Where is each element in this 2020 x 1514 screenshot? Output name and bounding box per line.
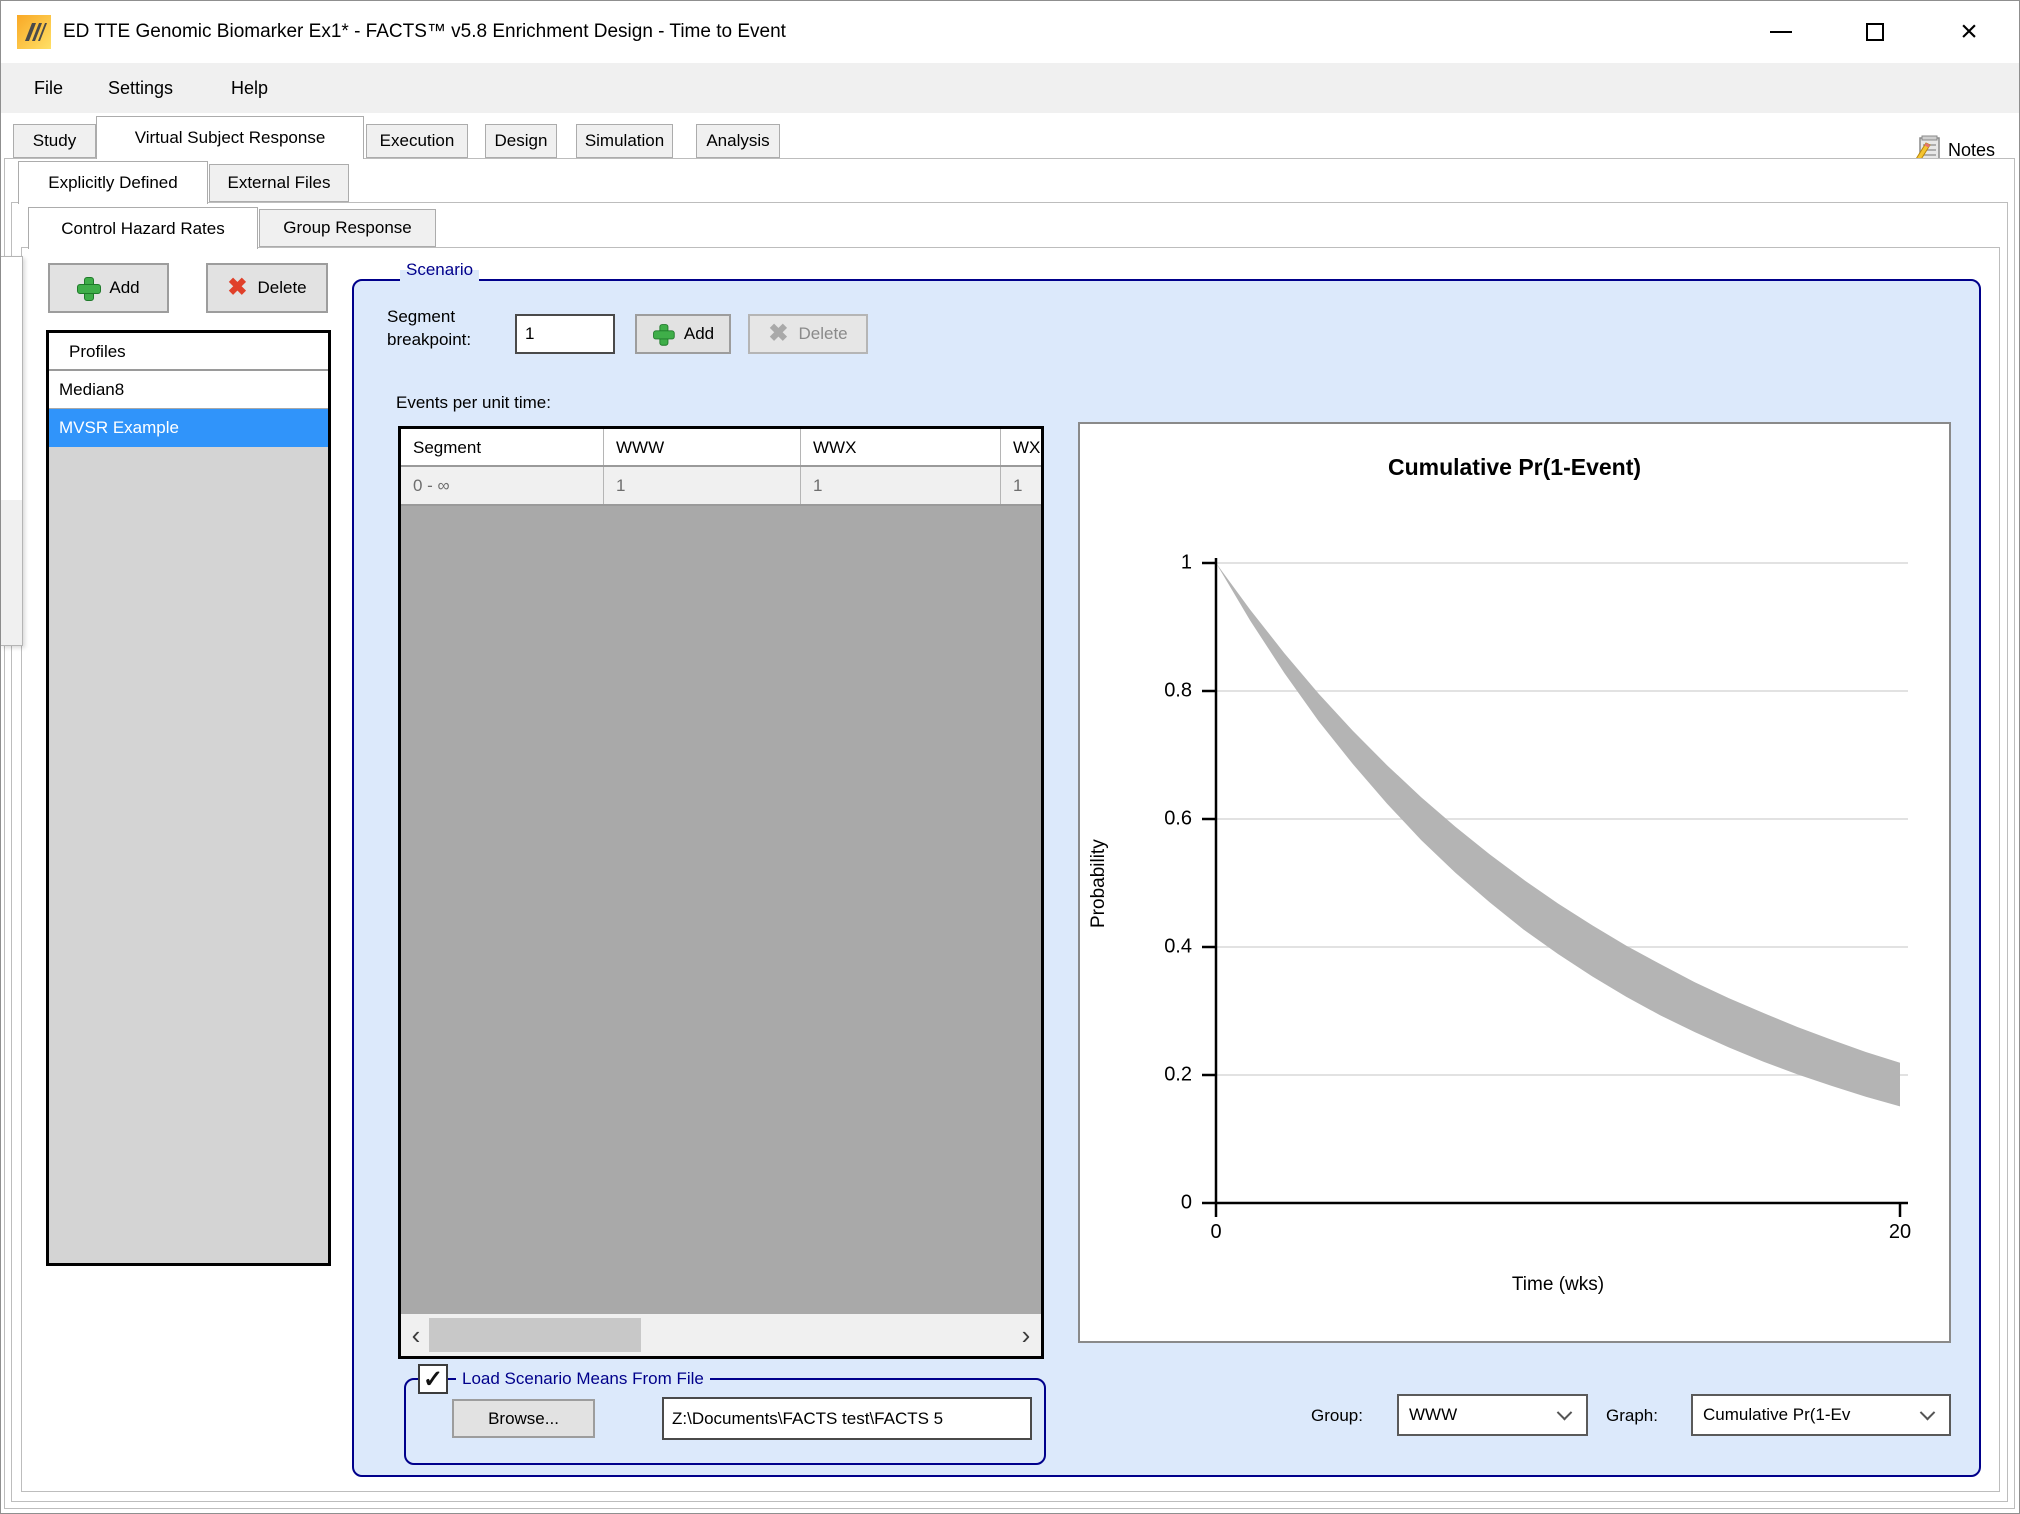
- col-header-www[interactable]: WWW: [604, 429, 801, 465]
- check-icon: ✓: [423, 1365, 443, 1394]
- group-select-label: Group:: [1311, 1406, 1363, 1426]
- x-axis-label: Time (wks): [1216, 1274, 1900, 1296]
- tab-design[interactable]: Design: [485, 124, 557, 158]
- close-button[interactable]: ×: [1931, 1, 2007, 63]
- chevron-down-icon: [1557, 1404, 1573, 1420]
- chart-panel: Cumulative Pr(1-Event) 00.20.40.60.81020…: [1078, 422, 1951, 1343]
- group-select-value: WWW: [1409, 1405, 1559, 1425]
- profile-item-mvsr-example[interactable]: MVSR Example: [49, 409, 328, 447]
- app-window: ED TTE Genomic Biomarker Ex1* - FACTS™ v…: [0, 0, 2020, 1514]
- graph-select-value: Cumulative Pr(1-Ev: [1703, 1405, 1922, 1425]
- profile-delete-label: Delete: [257, 278, 306, 298]
- y-tick-label: 0.2: [1122, 1064, 1192, 1087]
- app-logo-icon: [17, 15, 51, 49]
- load-scenario-label: Load Scenario Means From File: [456, 1364, 710, 1394]
- tab-analysis[interactable]: Analysis: [696, 124, 780, 158]
- browse-label: Browse...: [488, 1409, 559, 1429]
- tab-control-hazard-rates[interactable]: Control Hazard Rates: [28, 207, 258, 249]
- collapsed-panel-edge: [1, 256, 23, 646]
- scrollbar-thumb[interactable]: [429, 1318, 641, 1352]
- y-tick-label: 0.8: [1122, 680, 1192, 703]
- maximize-icon: [1866, 23, 1884, 41]
- cell-wwx-value[interactable]: 1: [801, 467, 1001, 504]
- add-icon: [653, 324, 673, 344]
- scenario-group-label: Scenario: [400, 253, 479, 287]
- segment-add-label: Add: [684, 324, 714, 344]
- tab-group-response[interactable]: Group Response: [259, 209, 436, 247]
- add-icon: [77, 277, 99, 299]
- segment-add-button[interactable]: Add: [635, 314, 731, 354]
- profile-delete-button[interactable]: ✖ Delete: [206, 263, 328, 313]
- load-scenario-checkbox[interactable]: ✓: [418, 1364, 448, 1394]
- events-table-header: Segment WWW WWX WX: [401, 429, 1041, 467]
- menu-bar: File Settings Help Notes: [1, 63, 2019, 113]
- events-table-row[interactable]: 0 - ∞ 1 1 1: [401, 467, 1041, 506]
- events-table: Segment WWW WWX WX 0 - ∞ 1 1 1 ‹ ›: [398, 426, 1044, 1359]
- graph-select-label: Graph:: [1606, 1406, 1658, 1426]
- tab-external-files[interactable]: External Files: [209, 164, 349, 202]
- profiles-header: Profiles: [49, 333, 328, 371]
- window-title: ED TTE Genomic Biomarker Ex1* - FACTS™ v…: [63, 1, 786, 63]
- plot-tick-labels: 0 0.2 0.4 0.6 0.8 1 0 20: [1080, 424, 1949, 1341]
- group-select-dropdown[interactable]: WWW: [1397, 1394, 1588, 1436]
- col-header-segment[interactable]: Segment: [401, 429, 604, 465]
- minimize-button[interactable]: [1743, 1, 1819, 63]
- tab-virtual-subject-response[interactable]: Virtual Subject Response: [96, 116, 364, 159]
- menu-file[interactable]: File: [28, 63, 69, 113]
- profiles-list: Profiles Median8 MVSR Example: [46, 330, 331, 1266]
- x-tick-label: 20: [1870, 1221, 1930, 1244]
- cell-www-value[interactable]: 1: [604, 467, 801, 504]
- graph-select-dropdown[interactable]: Cumulative Pr(1-Ev: [1691, 1394, 1951, 1436]
- col-header-wx[interactable]: WX: [1001, 429, 1047, 465]
- x-tick-label: 0: [1186, 1221, 1246, 1244]
- tab-simulation[interactable]: Simulation: [576, 124, 673, 158]
- tab-study[interactable]: Study: [13, 124, 96, 158]
- col-header-wwx[interactable]: WWX: [801, 429, 1001, 465]
- segment-breakpoint-label-line2: breakpoint:: [387, 330, 471, 350]
- tab-execution[interactable]: Execution: [366, 124, 468, 158]
- segment-delete-label: Delete: [798, 324, 847, 344]
- events-table-hscrollbar[interactable]: ‹ ›: [401, 1314, 1041, 1356]
- segment-breakpoint-input[interactable]: 1: [515, 314, 615, 354]
- tab-explicitly-defined[interactable]: Explicitly Defined: [18, 161, 208, 204]
- profile-add-button[interactable]: Add: [48, 263, 169, 313]
- delete-icon-disabled: ✖: [768, 323, 788, 345]
- profile-item-median8[interactable]: Median8: [49, 371, 328, 409]
- y-tick-label: 0.6: [1122, 808, 1192, 831]
- scroll-right-icon[interactable]: ›: [1011, 1314, 1041, 1356]
- y-tick-label: 0: [1122, 1192, 1192, 1215]
- close-icon: ×: [1960, 17, 1978, 47]
- y-tick-label: 0.4: [1122, 936, 1192, 959]
- profile-add-label: Add: [109, 278, 139, 298]
- segment-breakpoint-label-line1: Segment: [387, 307, 455, 327]
- cell-segment-range[interactable]: 0 - ∞: [401, 467, 604, 504]
- cell-wx-value[interactable]: 1: [1001, 467, 1047, 504]
- segment-delete-button[interactable]: ✖ Delete: [748, 314, 868, 354]
- maximize-button[interactable]: [1837, 1, 1913, 63]
- browse-button[interactable]: Browse...: [452, 1399, 595, 1438]
- menu-help[interactable]: Help: [225, 63, 274, 113]
- y-axis-label: Probability: [1088, 734, 1118, 1034]
- delete-icon: ✖: [227, 277, 247, 299]
- minimize-icon: [1770, 31, 1792, 33]
- file-path-input[interactable]: Z:\Documents\FACTS test\FACTS 5: [662, 1397, 1032, 1440]
- scroll-left-icon[interactable]: ‹: [401, 1314, 431, 1356]
- events-per-unit-time-label: Events per unit time:: [396, 393, 551, 413]
- menu-settings[interactable]: Settings: [102, 63, 179, 113]
- title-bar: ED TTE Genomic Biomarker Ex1* - FACTS™ v…: [1, 1, 2019, 63]
- chevron-down-icon: [1920, 1404, 1936, 1420]
- y-tick-label: 1: [1122, 552, 1192, 575]
